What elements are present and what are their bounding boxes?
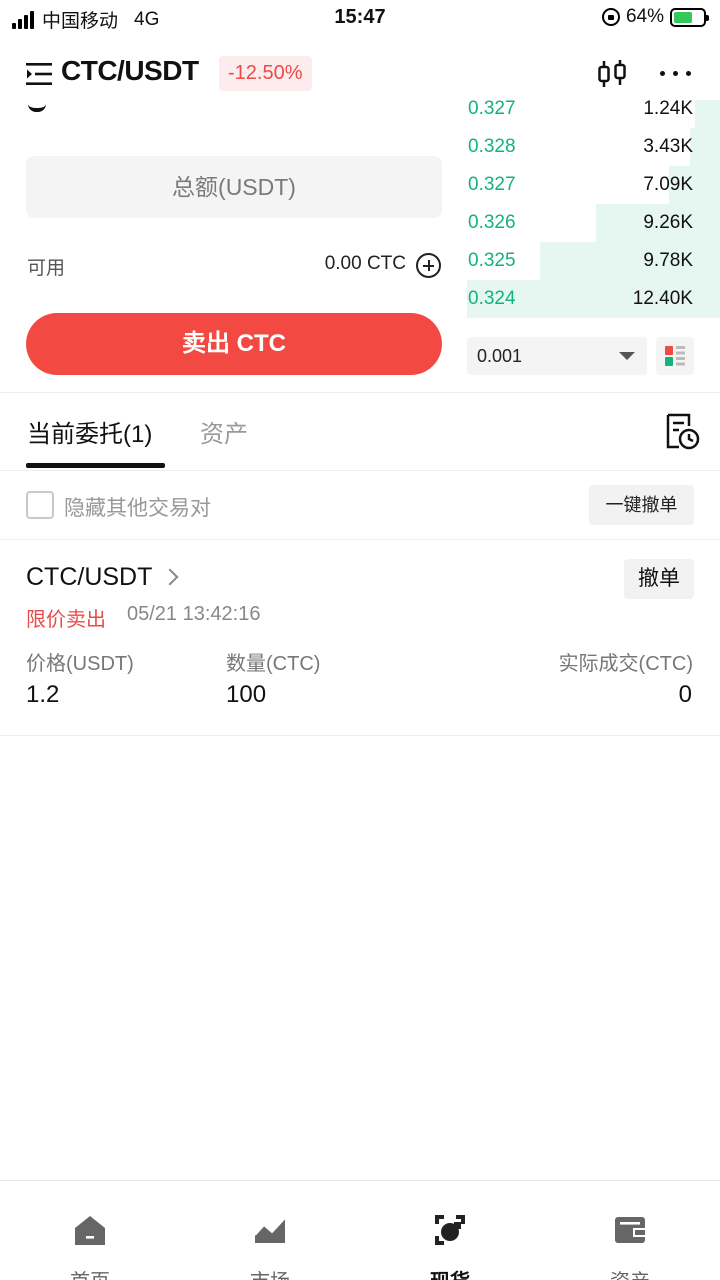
market-chart-icon bbox=[254, 1217, 286, 1243]
battery-icon bbox=[670, 7, 709, 27]
depth-bar bbox=[689, 128, 720, 166]
battery-percent: 64% bbox=[625, 6, 664, 27]
book-price: 0.326 bbox=[468, 212, 516, 233]
kline-chart-icon[interactable] bbox=[596, 58, 628, 90]
book-qty: 1.24K bbox=[643, 100, 693, 119]
book-qty: 12.40K bbox=[632, 288, 693, 309]
available-value: 0.00 CTC bbox=[324, 253, 406, 274]
book-qty: 9.78K bbox=[643, 250, 693, 271]
price-value: 1.2 bbox=[26, 681, 60, 708]
nav-home-label: 首页 bbox=[30, 1265, 150, 1280]
amount-value: 100 bbox=[226, 681, 267, 708]
active-tab-indicator bbox=[26, 463, 165, 468]
nav-market[interactable]: 市场 bbox=[210, 1181, 330, 1280]
precision-select[interactable]: 0.001 bbox=[467, 337, 647, 375]
total-usdt-input[interactable] bbox=[26, 156, 442, 218]
order-divider bbox=[0, 735, 720, 736]
cancel-all-button[interactable]: 一键撤单 bbox=[589, 485, 694, 525]
filter-divider bbox=[0, 539, 720, 540]
home-icon bbox=[75, 1216, 105, 1245]
add-funds-icon[interactable] bbox=[416, 253, 441, 278]
chevron-right-icon[interactable] bbox=[161, 568, 179, 586]
precision-value: 0.001 bbox=[477, 346, 523, 366]
book-price: 0.327 bbox=[468, 100, 516, 119]
order-book-row[interactable]: 0.327 1.24K bbox=[467, 100, 720, 128]
spot-icon bbox=[435, 1215, 465, 1245]
hide-other-pairs-checkbox[interactable] bbox=[26, 491, 54, 519]
depth-bar bbox=[540, 242, 720, 280]
hide-other-pairs-label[interactable]: 隐藏其他交易对 bbox=[64, 492, 211, 522]
order-book-row[interactable]: 0.325 9.78K bbox=[467, 242, 720, 280]
tab-assets[interactable]: 资产 bbox=[200, 414, 248, 449]
book-price: 0.328 bbox=[468, 136, 516, 157]
tabs-divider bbox=[0, 470, 720, 471]
sell-button[interactable]: 卖出 CTC bbox=[26, 313, 442, 375]
book-price: 0.327 bbox=[468, 174, 516, 195]
depth-bar bbox=[694, 100, 720, 128]
section-divider bbox=[0, 392, 720, 393]
tab-open-orders[interactable]: 当前委托(1) bbox=[27, 414, 152, 449]
order-pair[interactable]: CTC/USDT bbox=[26, 563, 152, 592]
wallet-icon bbox=[615, 1217, 645, 1243]
price-change-badge: -12.50% bbox=[219, 56, 312, 91]
book-layout-icon[interactable] bbox=[656, 337, 694, 375]
book-qty: 3.43K bbox=[643, 136, 693, 157]
order-time: 05/21 13:42:16 bbox=[127, 603, 261, 625]
filled-label: 实际成交(CTC) bbox=[558, 653, 693, 675]
nav-spot-label: 现货 bbox=[390, 1265, 510, 1280]
book-price: 0.324 bbox=[468, 288, 516, 309]
book-qty: 7.09K bbox=[643, 174, 693, 195]
nav-assets[interactable]: 资产 bbox=[570, 1181, 690, 1280]
available-label: 可用 bbox=[27, 258, 66, 279]
book-price: 0.325 bbox=[468, 250, 516, 271]
order-book-row[interactable]: 0.326 9.26K bbox=[467, 204, 720, 242]
header: CTC/USDT -12.50% bbox=[0, 48, 720, 98]
nav-spot[interactable]: 现货 bbox=[390, 1181, 510, 1280]
order-book: 0.327 1.24K 0.328 3.43K 0.327 7.09K 0.32… bbox=[467, 100, 720, 320]
book-qty: 9.26K bbox=[643, 212, 693, 233]
order-book-row[interactable]: 0.328 3.43K bbox=[467, 128, 720, 166]
nav-home[interactable]: 首页 bbox=[30, 1181, 150, 1280]
order-book-row[interactable]: 0.327 7.09K bbox=[467, 166, 720, 204]
status-bar: 中国移动 4G 15:47 64% bbox=[0, 0, 720, 40]
more-icon[interactable] bbox=[660, 63, 696, 83]
pair-title[interactable]: CTC/USDT bbox=[61, 55, 199, 87]
order-history-icon[interactable] bbox=[664, 412, 700, 450]
price-label: 价格(USDT) bbox=[26, 653, 134, 675]
menu-icon[interactable] bbox=[26, 62, 52, 86]
bottom-nav: 首页 市场 现货 资产 bbox=[0, 1180, 720, 1280]
nav-assets-label: 资产 bbox=[570, 1265, 690, 1280]
nav-market-label: 市场 bbox=[210, 1265, 330, 1280]
orientation-lock-icon bbox=[601, 8, 620, 26]
order-book-row[interactable]: 0.324 12.40K bbox=[467, 280, 720, 318]
amount-label: 数量(CTC) bbox=[226, 653, 321, 675]
filled-value: 0 bbox=[678, 681, 692, 708]
caret-down-icon bbox=[619, 352, 635, 360]
cancel-order-button[interactable]: 撤单 bbox=[624, 559, 694, 599]
order-type: 限价卖出 bbox=[26, 609, 106, 631]
cut-off-element bbox=[28, 104, 46, 112]
